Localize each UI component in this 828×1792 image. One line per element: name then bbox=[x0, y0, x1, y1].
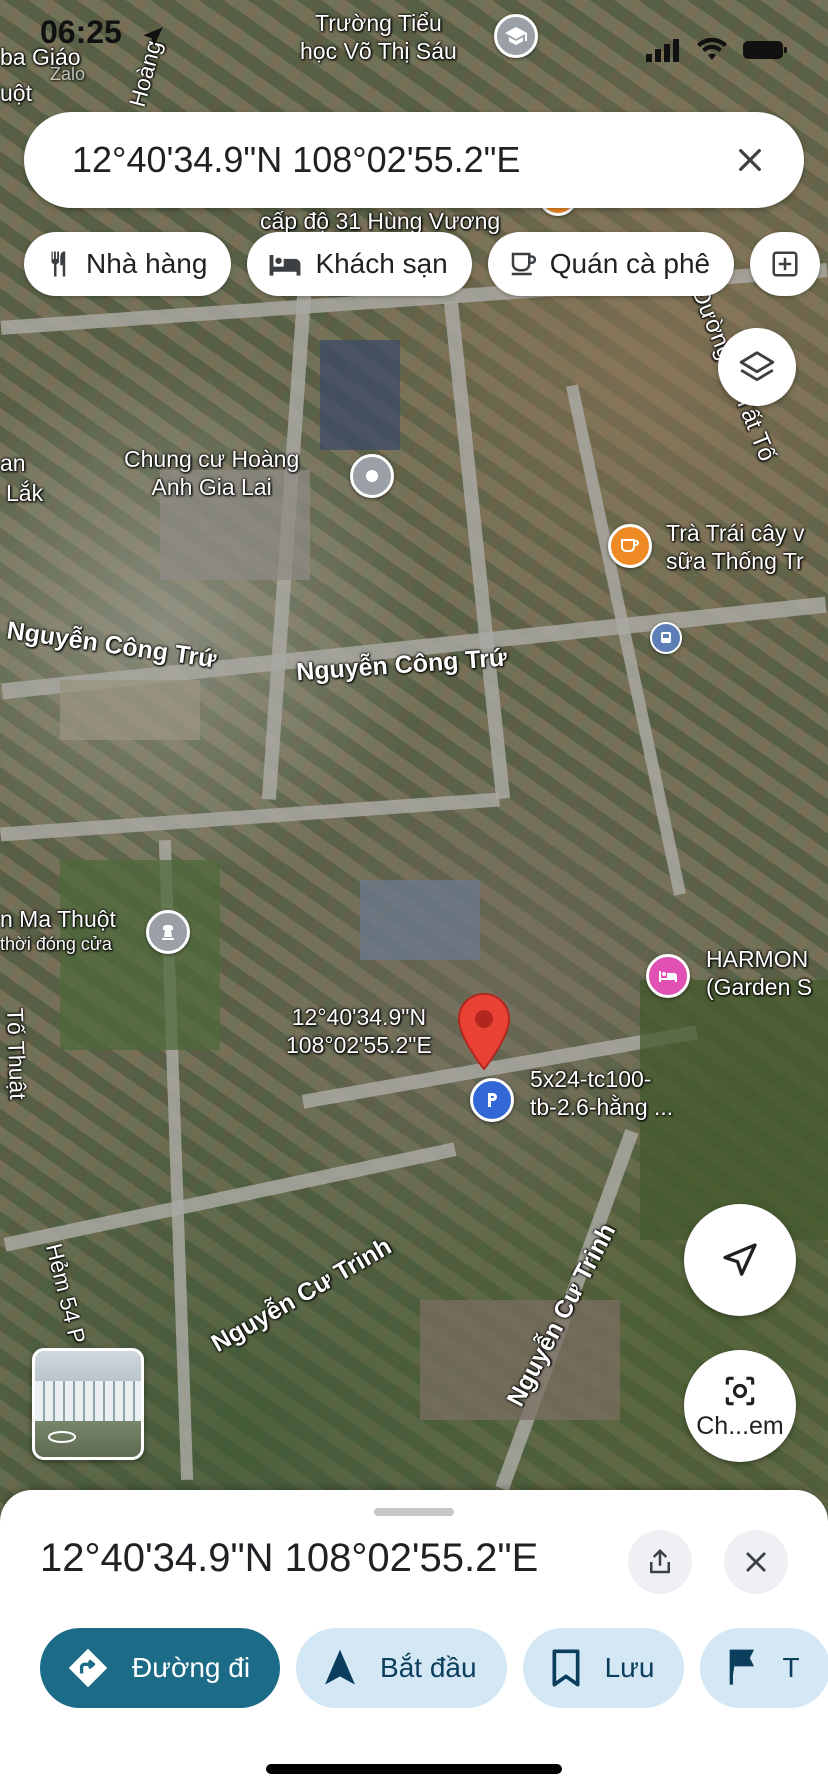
share-icon bbox=[650, 1549, 670, 1574]
map-label-road-nguyen-cu-trinh-1: Nguyễn Cư Trinh bbox=[206, 1232, 397, 1358]
chip-coffee[interactable]: Quán cà phê bbox=[487, 232, 735, 296]
search-query[interactable]: 12°40'34.9"N 108°02'55.2"E bbox=[72, 139, 724, 181]
status-icons bbox=[646, 37, 788, 67]
status-time: 06:25 bbox=[40, 14, 122, 50]
hotel-pin-icon[interactable] bbox=[646, 954, 690, 998]
map-label-zalo: Zalo bbox=[50, 64, 86, 84]
action-buttons: Đường đi Bắt đầu Lưu T bbox=[40, 1628, 828, 1708]
directions-icon bbox=[68, 1648, 108, 1688]
search-bar[interactable]: 12°40'34.9"N 108°02'55.2"E bbox=[24, 112, 804, 208]
lens-button[interactable]: Ch...em bbox=[684, 1350, 796, 1462]
map-label-hotel[interactable]: HARMON (Garden S bbox=[706, 946, 812, 1001]
signal-icon bbox=[646, 38, 682, 67]
map-label-left-1: an bbox=[0, 450, 26, 476]
school-icon[interactable] bbox=[494, 14, 538, 58]
layers-button[interactable] bbox=[718, 328, 796, 406]
save-button[interactable]: Lưu bbox=[522, 1628, 685, 1708]
label-button-text: T bbox=[782, 1652, 800, 1683]
coffee-icon bbox=[511, 252, 536, 276]
directions-button[interactable]: Đường đi bbox=[40, 1628, 281, 1708]
chip-hotels-label: Khách sạn bbox=[315, 248, 448, 279]
location-pin-icon[interactable] bbox=[456, 992, 512, 1072]
navigation-arrow-icon bbox=[325, 1649, 356, 1685]
map-label-left-2: Lắk bbox=[6, 480, 44, 506]
map-label-alley: Hẻm 54 P bbox=[40, 1240, 91, 1347]
sheet-drag-handle[interactable] bbox=[374, 1508, 454, 1516]
place-bottom-sheet[interactable]: 12°40'34.9"N 108°02'55.2"E Đường đi Bắt … bbox=[0, 1490, 828, 1792]
location-arrow-icon bbox=[140, 24, 166, 55]
museum-icon[interactable] bbox=[146, 910, 190, 954]
close-sheet-button[interactable] bbox=[724, 1530, 788, 1594]
street-view-thumbnail[interactable] bbox=[32, 1348, 144, 1460]
chip-restaurants[interactable]: Nhà hàng bbox=[24, 232, 232, 296]
chip-hotels[interactable]: Khách sạn bbox=[247, 232, 472, 296]
map-label-apartment[interactable]: Chung cư Hoàng Anh Gia Lai bbox=[124, 446, 299, 501]
search-clear-button[interactable] bbox=[724, 134, 776, 186]
close-icon bbox=[746, 1552, 766, 1572]
share-button[interactable] bbox=[628, 1530, 692, 1594]
bus-stop-icon[interactable] bbox=[650, 622, 682, 654]
chip-more[interactable] bbox=[750, 232, 821, 296]
360-view-icon bbox=[47, 1430, 77, 1449]
start-label: Bắt đầu bbox=[380, 1652, 477, 1683]
save-label: Lưu bbox=[604, 1652, 655, 1683]
layers-icon bbox=[739, 351, 775, 382]
camera-search-icon bbox=[725, 1376, 755, 1405]
chip-coffee-label: Quán cà phê bbox=[549, 248, 711, 279]
close-icon bbox=[739, 149, 761, 171]
map-label-parking[interactable]: 5x24-tc100- tb-2.6-hằng ... bbox=[530, 1066, 673, 1121]
cafe-icon[interactable] bbox=[608, 524, 652, 568]
restaurant-icon bbox=[51, 251, 66, 277]
apartment-pin-icon[interactable] bbox=[350, 454, 394, 498]
add-box-icon bbox=[772, 251, 798, 277]
home-indicator[interactable] bbox=[266, 1764, 562, 1774]
map-label-pin-coords: 12°40'34.9"N 108°02'55.2"E bbox=[286, 1004, 432, 1058]
navigation-arrow-icon bbox=[723, 1243, 757, 1276]
parking-icon[interactable] bbox=[470, 1078, 514, 1122]
lens-button-label: Ch...em bbox=[696, 1411, 784, 1440]
category-chips: Nhà hàng Khách sạn Quán cà phê bbox=[24, 232, 821, 296]
flag-icon bbox=[730, 1649, 755, 1685]
directions-label: Đường đi bbox=[132, 1652, 251, 1683]
map-label-road-nguyen-cong-tru-left: Nguyễn Công Trứ bbox=[5, 616, 219, 674]
start-button[interactable]: Bắt đầu bbox=[296, 1628, 507, 1708]
map-label-left-vertical: Tố Thuật bbox=[2, 1007, 32, 1101]
bookmark-icon bbox=[552, 1649, 580, 1687]
place-title: 12°40'34.9"N 108°02'55.2"E bbox=[40, 1536, 539, 1580]
wifi-icon bbox=[696, 37, 728, 67]
label-button[interactable]: T bbox=[700, 1628, 828, 1708]
my-location-button[interactable] bbox=[684, 1204, 796, 1316]
chip-restaurants-label: Nhà hàng bbox=[86, 248, 208, 279]
map-label-museum[interactable]: n Ma Thuột thời đóng cửa bbox=[0, 906, 116, 955]
map-label-tea[interactable]: Trà Trái cây v sữa Thống Tr bbox=[666, 520, 804, 575]
hotel-icon bbox=[270, 255, 301, 276]
map-label-top-left-3: uột bbox=[0, 80, 32, 106]
map-label-school[interactable]: Trường Tiểu học Võ Thị Sáu bbox=[300, 10, 457, 65]
battery-icon bbox=[742, 38, 788, 67]
